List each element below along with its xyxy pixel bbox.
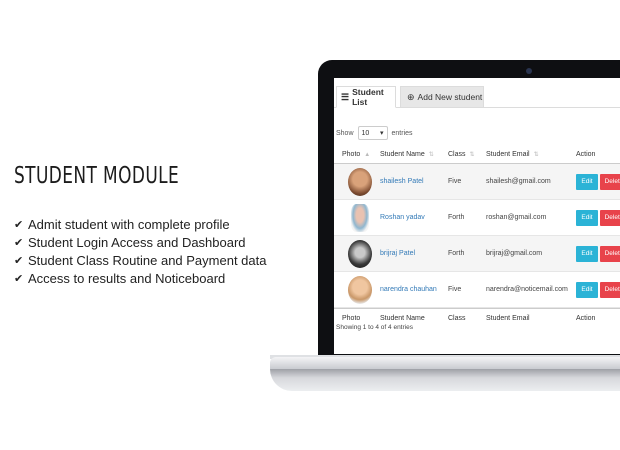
student-photo	[351, 203, 369, 232]
table-row: Roshan yadav Forth roshan@gmail.com Edit…	[334, 200, 620, 236]
student-email: narendra@noticemail.com	[486, 286, 568, 293]
student-photo	[348, 275, 372, 304]
edit-button[interactable]: Edit	[576, 281, 598, 298]
student-email: roshan@gmail.com	[486, 214, 547, 221]
laptop-base	[270, 369, 620, 391]
feature-item: ✔ Admit student with complete profile	[14, 216, 230, 232]
student-class: Forth	[448, 250, 465, 257]
tab-add-new-student[interactable]: ⊕ Add New student	[400, 86, 484, 108]
tab-student-list[interactable]: ☰ Student List	[336, 86, 396, 108]
sort-icon: ⇅	[533, 152, 539, 158]
check-icon: ✔	[14, 236, 24, 249]
caret-down-icon: ▾	[380, 130, 384, 137]
table-row: narendra chauhan Five narendra@noticemai…	[334, 272, 620, 308]
student-name-link[interactable]: Roshan yadav	[376, 214, 446, 221]
header-photo[interactable]: Photo ▲	[334, 151, 376, 158]
header-student-email[interactable]: Student Email ⇅	[482, 151, 568, 158]
entries-select[interactable]: 10 ▾	[357, 126, 388, 140]
table-row: shailesh Patel Five shailesh@gmail.com E…	[334, 164, 620, 200]
delete-button[interactable]: Delete	[600, 281, 620, 298]
student-class: Forth	[448, 214, 465, 221]
plus-circle-icon: ⊕	[407, 91, 415, 102]
sort-icon: ⇅	[428, 152, 434, 158]
camera-icon	[526, 68, 532, 74]
feature-list: ✔ Admit student with complete profile ✔ St…	[14, 215, 266, 287]
tab-bar: ☰ Student List ⊕ Add New student	[334, 86, 620, 108]
sort-asc-icon: ▲	[364, 151, 371, 158]
feature-item: ✔ Access to results and Noticeboard	[14, 270, 226, 286]
student-table: Photo ▲ Student Name ⇅ Class ⇅ Student Emai…	[334, 146, 620, 328]
student-photo	[348, 239, 372, 268]
module-title: STUDENT MODULE	[14, 163, 180, 189]
list-icon: ☰	[341, 91, 350, 102]
table-body: shailesh Patel Five shailesh@gmail.com E…	[334, 164, 620, 308]
table-info: Showing 1 to 4 of 4 entries	[336, 324, 413, 331]
header-action: Action	[576, 151, 596, 158]
student-email: shailesh@gmail.com	[486, 178, 551, 185]
entries-control: Show 10 ▾ entries	[336, 126, 413, 140]
laptop-base-edge	[270, 357, 620, 369]
header-class[interactable]: Class ⇅	[446, 151, 482, 158]
student-email: brijraj@gmail.com	[486, 250, 543, 257]
delete-button[interactable]: Delete	[600, 173, 620, 190]
table-header: Photo ▲ Student Name ⇅ Class ⇅ Student Emai…	[334, 146, 620, 164]
check-icon: ✔	[14, 218, 24, 231]
feature-item: ✔ Student Login Access and Dashboard	[14, 234, 246, 250]
check-icon: ✔	[14, 272, 24, 285]
delete-button[interactable]: Delete	[600, 209, 620, 226]
student-class: Five	[448, 178, 462, 185]
student-name-link[interactable]: shailesh Patel	[376, 178, 446, 185]
sort-icon: ⇅	[469, 152, 475, 158]
check-icon: ✔	[14, 254, 24, 267]
edit-button[interactable]: Edit	[576, 209, 598, 226]
app-screen: ☰ Student List ⊕ Add New student Show 10…	[334, 78, 620, 354]
edit-button[interactable]: Edit	[576, 245, 598, 262]
feature-item: ✔ Student Class Routine and Payment data	[14, 252, 267, 268]
laptop-screen-frame: ☰ Student List ⊕ Add New student Show 10…	[318, 60, 620, 366]
header-student-name[interactable]: Student Name ⇅	[376, 151, 446, 158]
student-name-link[interactable]: narendra chauhan	[376, 286, 446, 293]
student-name-link[interactable]: brijraj Patel	[376, 250, 446, 257]
student-photo	[348, 167, 372, 196]
student-class: Five	[448, 286, 462, 293]
delete-button[interactable]: Delete	[600, 245, 620, 262]
edit-button[interactable]: Edit	[576, 173, 598, 190]
table-row: brijraj Patel Forth brijraj@gmail.com Ed…	[334, 236, 620, 272]
